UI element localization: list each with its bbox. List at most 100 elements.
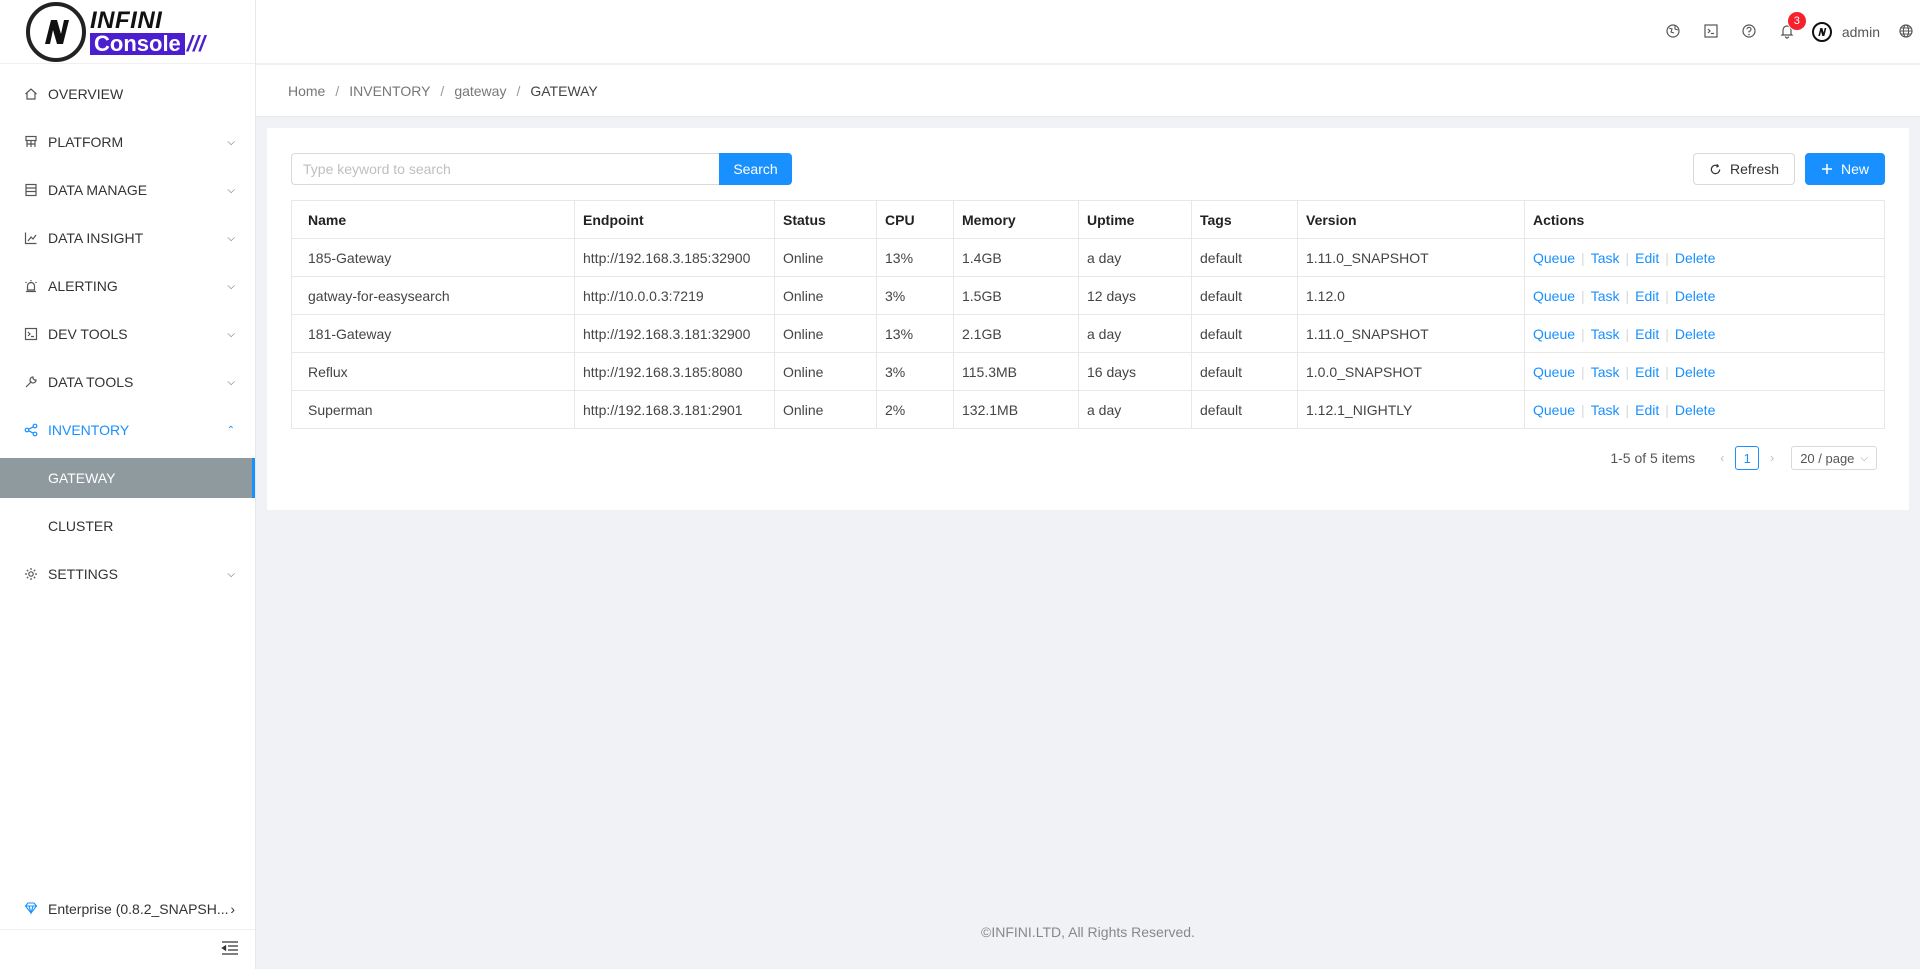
queue-link[interactable]: Queue xyxy=(1533,250,1575,266)
queue-link[interactable]: Queue xyxy=(1533,402,1575,418)
cell-version: 1.11.0_SNAPSHOT xyxy=(1297,314,1525,353)
cell-version: 1.0.0_SNAPSHOT xyxy=(1297,352,1525,391)
cell-tags: default xyxy=(1191,238,1298,277)
pagination-page-1[interactable]: 1 xyxy=(1735,446,1760,470)
user-menu[interactable]: admin xyxy=(1806,0,1892,64)
sidebar: INFINI Console /// OVERVIEW PLATFORM ⌵ D xyxy=(0,0,256,969)
sidebar-item-platform[interactable]: PLATFORM ⌵ xyxy=(0,122,255,162)
share-icon xyxy=(24,423,38,437)
cell-uptime: a day xyxy=(1078,314,1192,353)
help-button[interactable] xyxy=(1730,0,1768,64)
task-link[interactable]: Task xyxy=(1591,364,1620,380)
search-input[interactable] xyxy=(291,153,719,185)
sidebar-subitem-cluster[interactable]: CLUSTER xyxy=(0,506,255,546)
collapse-sidebar-button[interactable] xyxy=(0,929,255,969)
refresh-button[interactable]: Refresh xyxy=(1692,153,1795,185)
column-header-cpu: CPU xyxy=(876,200,954,239)
console-button[interactable] xyxy=(1692,0,1730,64)
logo[interactable]: INFINI Console /// xyxy=(0,0,255,64)
breadcrumb-gateway[interactable]: gateway xyxy=(454,83,506,99)
cell-cpu: 13% xyxy=(876,314,954,353)
sidebar-item-data-manage[interactable]: DATA MANAGE ⌵ xyxy=(0,170,255,210)
delete-link[interactable]: Delete xyxy=(1675,402,1715,418)
cell-memory: 2.1GB xyxy=(953,314,1079,353)
cell-name: Reflux xyxy=(291,352,575,391)
page-size-select[interactable]: 20 / page ⌵ xyxy=(1791,446,1877,470)
table-row: Reflux http://192.168.3.185:8080 Online … xyxy=(291,352,1885,391)
edit-link[interactable]: Edit xyxy=(1635,250,1659,266)
cell-tags: default xyxy=(1191,314,1298,353)
delete-link[interactable]: Delete xyxy=(1675,250,1715,266)
edit-link[interactable]: Edit xyxy=(1635,288,1659,304)
search-bar: Search xyxy=(291,153,792,185)
delete-link[interactable]: Delete xyxy=(1675,288,1715,304)
task-link[interactable]: Task xyxy=(1591,250,1620,266)
cell-uptime: 12 days xyxy=(1078,276,1192,315)
cell-version: 1.12.0 xyxy=(1297,276,1525,315)
breadcrumb-home[interactable]: Home xyxy=(288,83,325,99)
cell-tags: default xyxy=(1191,352,1298,391)
cell-status: Online xyxy=(774,352,877,391)
cell-cpu: 2% xyxy=(876,390,954,429)
question-circle-icon xyxy=(1741,23,1757,42)
gateway-table: Name Endpoint Status CPU Memory Uptime T… xyxy=(291,200,1885,429)
search-button[interactable]: Search xyxy=(719,153,792,185)
cell-version: 1.11.0_SNAPSHOT xyxy=(1297,238,1525,277)
queue-link[interactable]: Queue xyxy=(1533,326,1575,342)
breadcrumb-current: GATEWAY xyxy=(530,82,598,99)
notification-badge: 3 xyxy=(1787,12,1806,30)
column-header-uptime: Uptime xyxy=(1078,200,1192,239)
edition-version[interactable]: Enterprise (0.8.2_SNAPSH... › xyxy=(0,889,255,929)
gear-icon xyxy=(24,567,38,581)
cell-memory: 132.1MB xyxy=(953,390,1079,429)
sidebar-item-inventory[interactable]: INVENTORY ⌃ xyxy=(0,410,255,450)
column-header-name: Name xyxy=(291,200,575,239)
home-icon xyxy=(24,87,38,101)
edit-link[interactable]: Edit xyxy=(1635,364,1659,380)
task-link[interactable]: Task xyxy=(1591,288,1620,304)
sidebar-item-data-tools[interactable]: DATA TOOLS ⌵ xyxy=(0,362,255,402)
notifications-button[interactable]: 3 xyxy=(1768,0,1806,64)
earth-icon xyxy=(1665,23,1681,42)
logo-title: INFINI xyxy=(90,6,163,34)
chevron-down-icon: ⌵ xyxy=(227,136,235,148)
sidebar-item-settings[interactable]: SETTINGS ⌵ xyxy=(0,554,255,594)
task-link[interactable]: Task xyxy=(1591,402,1620,418)
cell-actions: Queue | Task | Edit | Delete xyxy=(1524,352,1885,391)
cell-cpu: 3% xyxy=(876,276,954,315)
edit-link[interactable]: Edit xyxy=(1635,326,1659,342)
diamond-icon xyxy=(24,901,38,918)
breadcrumb-separator: / xyxy=(335,82,340,99)
sidebar-item-dev-tools[interactable]: DEV TOOLS ⌵ xyxy=(0,314,255,354)
sidebar-subitem-gateway[interactable]: GATEWAY xyxy=(0,458,255,498)
cell-name: Superman xyxy=(291,390,575,429)
cell-actions: Queue | Task | Edit | Delete xyxy=(1524,390,1885,429)
pagination-prev-button[interactable]: ‹ xyxy=(1711,451,1733,465)
pagination-next-button[interactable]: › xyxy=(1761,451,1783,465)
gateway-list-card: Search Refresh New Name Endpoint Status … xyxy=(267,128,1909,510)
user-name: admin xyxy=(1841,24,1880,40)
pagination-total: 1-5 of 5 items xyxy=(1610,450,1696,466)
cluster-selector-button[interactable] xyxy=(1654,0,1692,64)
language-button[interactable] xyxy=(1892,0,1920,64)
queue-link[interactable]: Queue xyxy=(1533,288,1575,304)
sidebar-item-alerting[interactable]: ALERTING ⌵ xyxy=(0,266,255,306)
delete-link[interactable]: Delete xyxy=(1675,364,1715,380)
task-link[interactable]: Task xyxy=(1591,326,1620,342)
sidebar-item-data-insight[interactable]: DATA INSIGHT ⌵ xyxy=(0,218,255,258)
cell-status: Online xyxy=(774,238,877,277)
cell-memory: 1.5GB xyxy=(953,276,1079,315)
new-button[interactable]: New xyxy=(1804,153,1885,185)
breadcrumb-inventory[interactable]: INVENTORY xyxy=(349,83,430,99)
edit-link[interactable]: Edit xyxy=(1635,402,1659,418)
queue-link[interactable]: Queue xyxy=(1533,364,1575,380)
cell-name: gatway-for-easysearch xyxy=(291,276,575,315)
cell-uptime: 16 days xyxy=(1078,352,1192,391)
cell-memory: 1.4GB xyxy=(953,238,1079,277)
cell-cpu: 13% xyxy=(876,238,954,277)
logo-n-icon xyxy=(26,1,86,62)
delete-link[interactable]: Delete xyxy=(1675,326,1715,342)
sidebar-item-overview[interactable]: OVERVIEW xyxy=(0,74,255,114)
cell-tags: default xyxy=(1191,276,1298,315)
cell-endpoint: http://192.168.3.185:32900 xyxy=(574,238,775,277)
